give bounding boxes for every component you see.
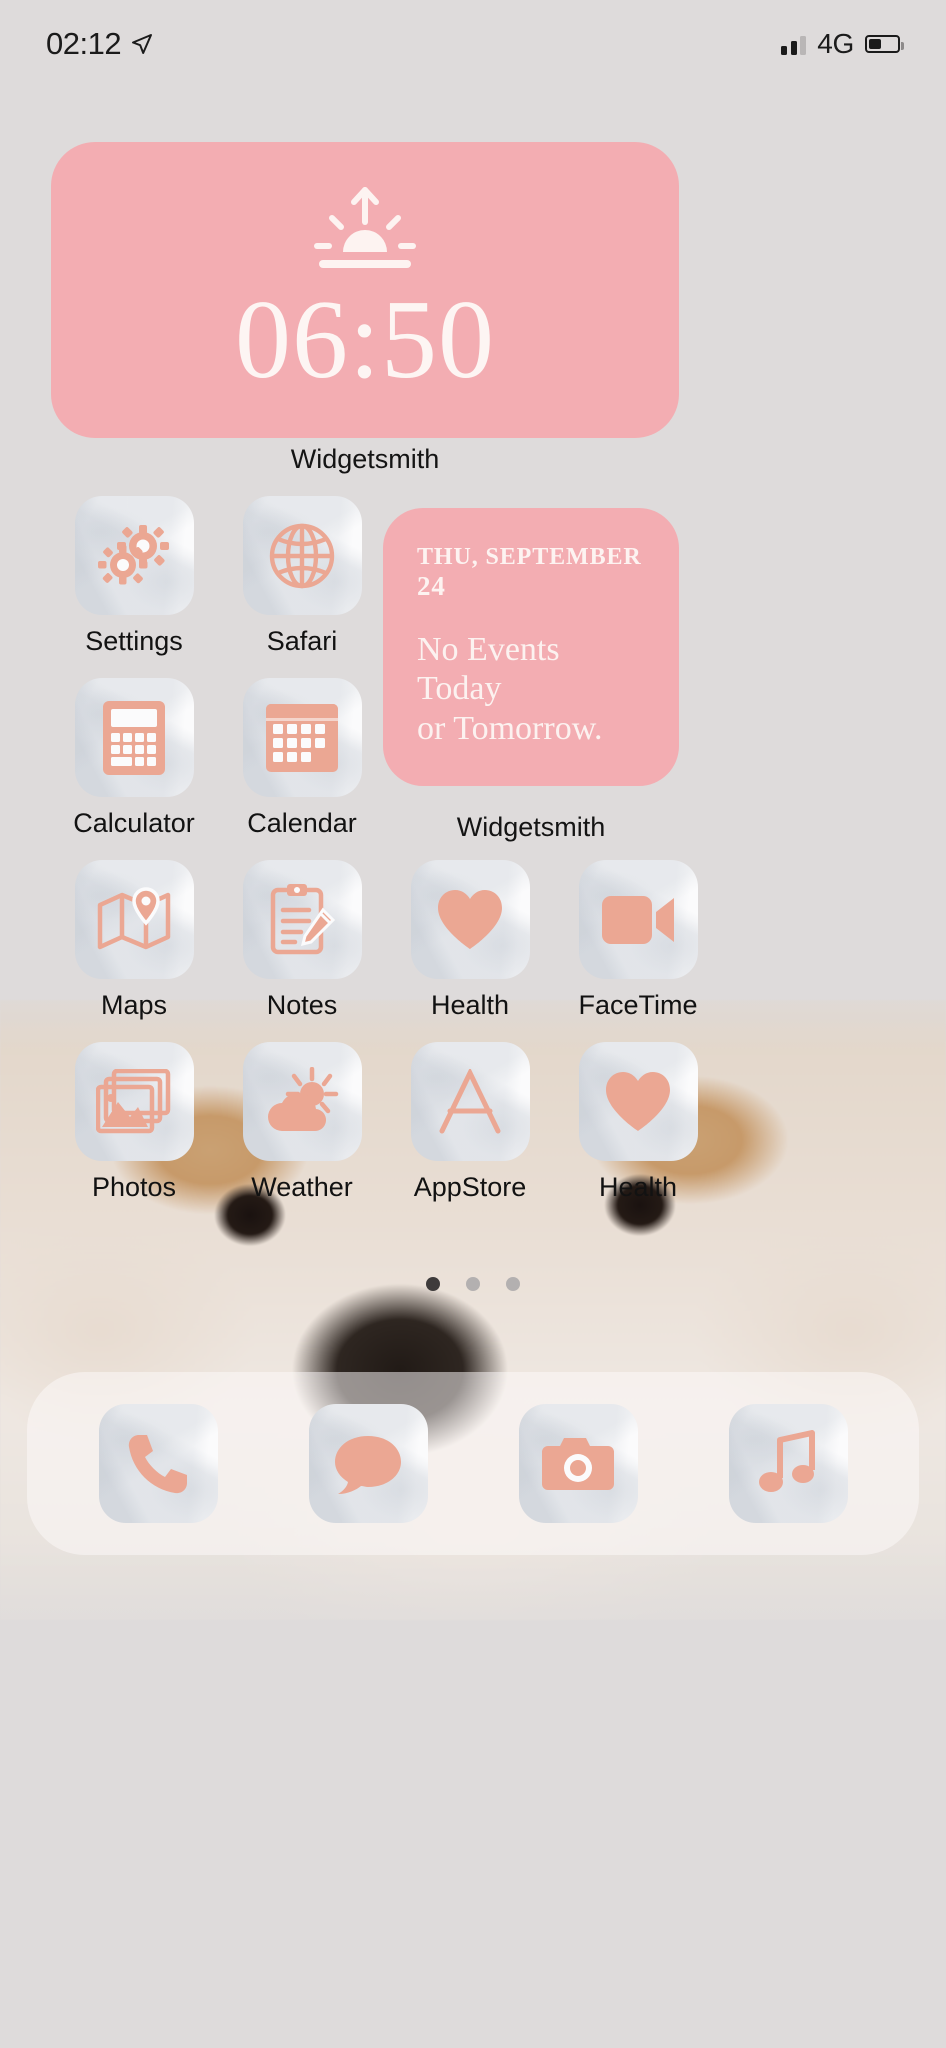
calendar-grid-icon: [266, 703, 338, 772]
dock-music-icon-tile[interactable]: [728, 1404, 848, 1523]
cellular-signal-icon: [781, 34, 807, 55]
app-notes[interactable]: Notes: [218, 860, 386, 1021]
calendar-message-line1: No Events Today: [417, 631, 560, 708]
app-label: Calculator: [73, 808, 195, 838]
health-icon-tile[interactable]: [410, 860, 530, 979]
widgetsmith-calendar-widget[interactable]: THU, SEPTEMBER 24 No Events Today or Tom…: [383, 508, 679, 786]
app-label: Notes: [266, 990, 338, 1020]
photos-stack-icon: [96, 1068, 171, 1133]
app-label: Health: [598, 1172, 678, 1202]
app-weather[interactable]: Weather: [218, 1042, 386, 1203]
gears-icon: [98, 524, 169, 584]
globe-icon: [269, 523, 335, 588]
sun-cloud-icon: [268, 1066, 339, 1131]
app-facetime[interactable]: FaceTime: [554, 860, 722, 1021]
calendar-message-line2: or Tomorrow.: [417, 709, 603, 747]
calendar-date-prefix: THU, SEPTEMBER: [417, 544, 642, 570]
safari-icon-tile[interactable]: [242, 496, 362, 615]
maps-icon-tile[interactable]: [74, 860, 194, 979]
calendar-icon-tile[interactable]: [242, 678, 362, 797]
phone-icon: [128, 1434, 187, 1493]
app-label: Photos: [91, 1172, 177, 1202]
photos-icon-tile[interactable]: [74, 1042, 194, 1161]
app-health-2[interactable]: Health: [554, 1042, 722, 1203]
health-icon-tile-2[interactable]: [578, 1042, 698, 1161]
settings-icon-tile[interactable]: [74, 496, 194, 615]
app-label: Weather: [251, 1172, 353, 1202]
app-label: Maps: [100, 990, 168, 1020]
calendar-date-line: THU, SEPTEMBER 24: [417, 544, 649, 602]
widgetsmith-clock-widget[interactable]: 06:50: [51, 142, 679, 438]
message-bubble-icon: [335, 1435, 401, 1494]
app-label: Safari: [266, 626, 338, 656]
camera-icon: [542, 1437, 614, 1490]
status-bar-left: 02:12: [46, 26, 154, 62]
app-calendar[interactable]: Calendar: [218, 678, 386, 839]
map-pin-icon: [97, 886, 171, 949]
app-label: FaceTime: [578, 990, 698, 1020]
clock-time: 06:50: [234, 278, 496, 402]
calendar-message: No Events Today or Tomorrow.: [417, 630, 649, 748]
appstore-icon-tile[interactable]: [410, 1042, 530, 1161]
app-health[interactable]: Health: [386, 860, 554, 1021]
app-label: AppStore: [413, 1172, 527, 1202]
notes-icon-tile[interactable]: [242, 860, 362, 979]
calculator-icon: [103, 700, 165, 775]
dock-camera-icon-tile[interactable]: [518, 1404, 638, 1523]
dock: [27, 1372, 919, 1555]
app-settings[interactable]: Settings: [50, 496, 218, 657]
clipboard-pencil-icon: [270, 883, 336, 954]
page-dot-1[interactable]: [426, 1277, 440, 1291]
video-camera-icon: [602, 895, 674, 944]
status-bar: 02:12 4G: [0, 0, 946, 88]
calendar-date-day: 24: [417, 571, 446, 601]
app-calculator[interactable]: Calculator: [50, 678, 218, 839]
calculator-icon-tile[interactable]: [74, 678, 194, 797]
app-label: Settings: [85, 626, 183, 656]
status-time: 02:12: [46, 26, 122, 61]
page-dot-2[interactable]: [466, 1277, 480, 1291]
weather-icon-tile[interactable]: [242, 1042, 362, 1161]
page-dot-3[interactable]: [506, 1277, 520, 1291]
app-appstore[interactable]: AppStore: [386, 1042, 554, 1203]
sunrise-icon: [314, 187, 416, 268]
facetime-icon-tile[interactable]: [578, 860, 698, 979]
calendar-widget-label: Widgetsmith: [456, 812, 606, 842]
clock-widget-label: Widgetsmith: [290, 444, 440, 474]
dock-phone-icon-tile[interactable]: [98, 1404, 218, 1523]
page-indicator[interactable]: [0, 1277, 946, 1291]
app-label: Calendar: [247, 808, 357, 838]
heart-icon: [438, 889, 502, 949]
status-bar-right: 4G: [781, 28, 904, 60]
app-safari[interactable]: Safari: [218, 496, 386, 657]
music-note-icon: [759, 1429, 815, 1492]
location-arrow-icon: [132, 34, 153, 54]
network-type: 4G: [817, 28, 854, 59]
app-photos[interactable]: Photos: [50, 1042, 218, 1203]
app-store-a-icon: [439, 1068, 501, 1133]
dock-messages-icon-tile[interactable]: [308, 1404, 428, 1523]
battery-icon: [865, 35, 904, 53]
heart-icon: [606, 1071, 670, 1131]
app-maps[interactable]: Maps: [50, 860, 218, 1021]
app-label: Health: [430, 990, 510, 1020]
